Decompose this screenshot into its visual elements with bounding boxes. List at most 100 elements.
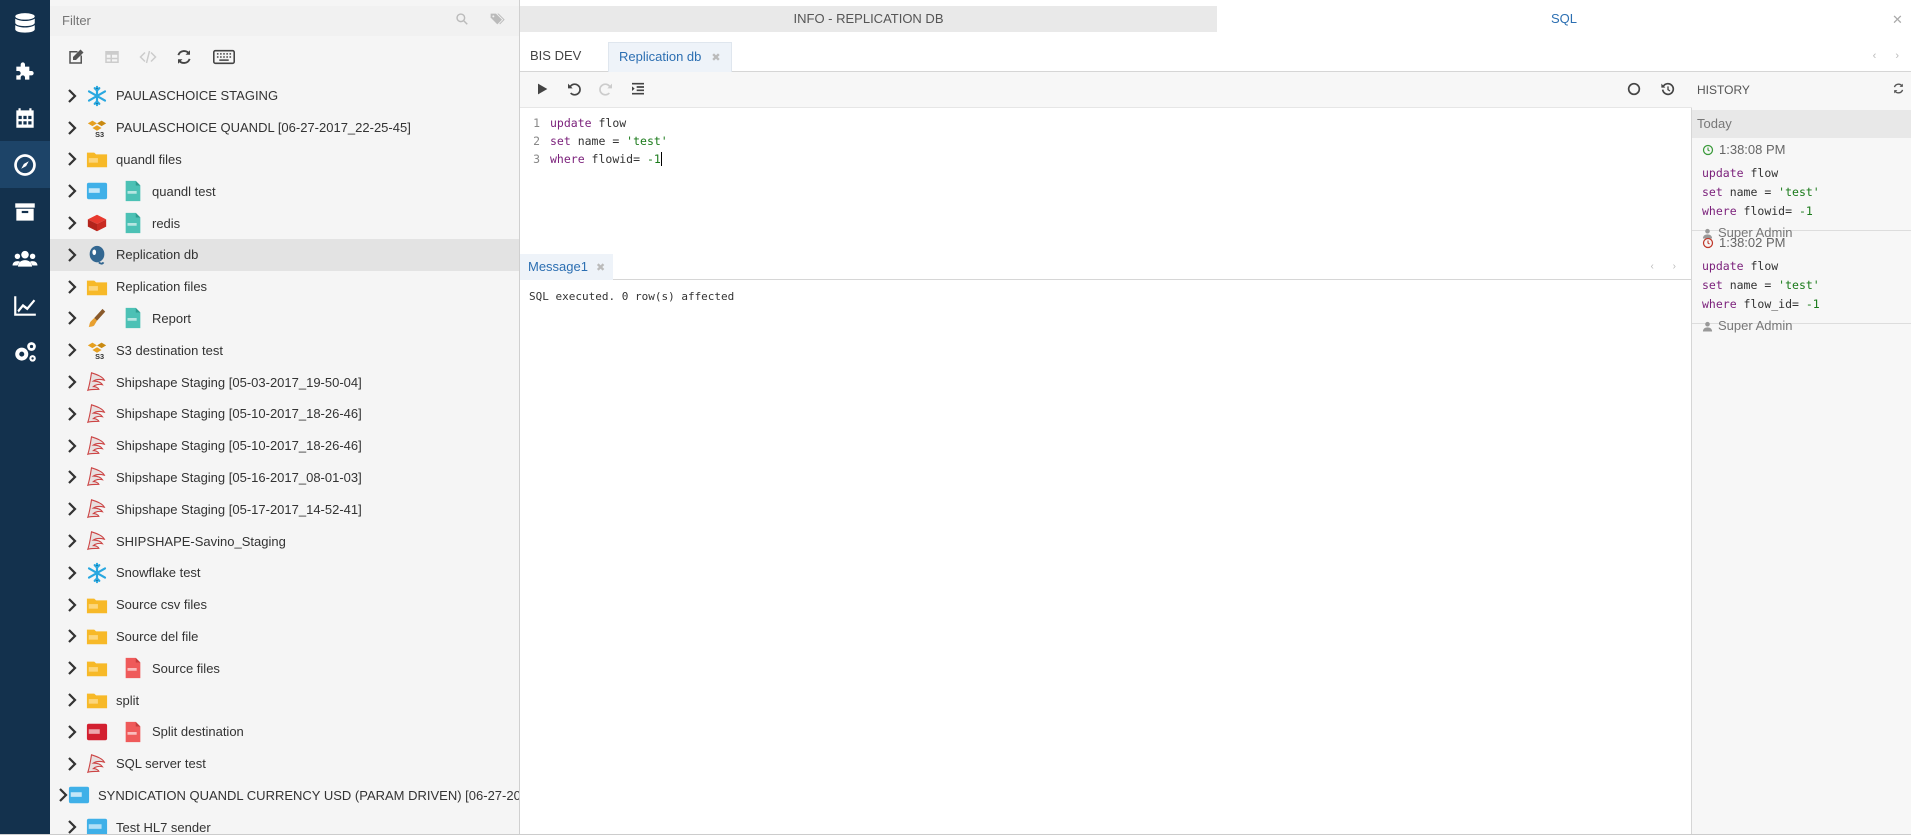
nav-explorer[interactable] bbox=[0, 141, 50, 188]
history-query-line: update flow bbox=[1702, 164, 1911, 183]
chevron-right-icon[interactable] bbox=[50, 725, 86, 739]
tree-item[interactable]: redis bbox=[50, 207, 519, 239]
chevron-right-icon[interactable] bbox=[50, 248, 86, 262]
chevron-right-icon[interactable] bbox=[50, 89, 86, 103]
tree-item[interactable]: S3 S3 destination test bbox=[50, 334, 519, 366]
tree-item[interactable]: split bbox=[50, 684, 519, 716]
tree-item[interactable]: Source csv files bbox=[50, 589, 519, 621]
calendar-icon bbox=[16, 107, 34, 128]
tree-item[interactable]: quandl test bbox=[50, 175, 519, 207]
nav-users[interactable] bbox=[0, 235, 50, 282]
tree-item[interactable]: Shipshape Staging [05-17-2017_14-52-41] bbox=[50, 493, 519, 525]
tree-item[interactable]: SHIPSHAPE-Savino_Staging bbox=[50, 525, 519, 557]
close-icon[interactable]: ✕ bbox=[1892, 12, 1903, 28]
tree-item[interactable]: Split destination bbox=[50, 716, 519, 748]
chevron-right-icon[interactable] bbox=[50, 407, 86, 421]
compass-icon bbox=[14, 153, 36, 176]
tags-icon[interactable] bbox=[490, 12, 506, 26]
nav-analytics[interactable] bbox=[0, 282, 50, 329]
tree-item[interactable]: Shipshape Staging [05-16-2017_08-01-03] bbox=[50, 462, 519, 494]
code-token: update bbox=[1702, 259, 1744, 273]
tab-message1[interactable]: Message1 ✖ bbox=[520, 254, 614, 280]
tree-item[interactable]: Replication db bbox=[50, 238, 519, 271]
tab-scroll-arrows[interactable]: ‹ › bbox=[1873, 50, 1907, 62]
tree-item-label: Source csv files bbox=[116, 597, 208, 613]
tree-item[interactable]: Shipshape Staging [05-10-2017_18-26-46] bbox=[50, 398, 519, 430]
tab-sql[interactable]: SQL bbox=[1217, 6, 1911, 32]
tree-item[interactable]: SYNDICATION QUANDL CURRENCY USD (PARAM D… bbox=[50, 780, 519, 812]
tree-item[interactable]: Test HL7 sender bbox=[50, 811, 519, 834]
chevron-right-icon[interactable] bbox=[50, 343, 86, 358]
tree-item[interactable]: quandl files bbox=[50, 144, 519, 176]
close-tab-icon[interactable]: ✖ bbox=[711, 52, 720, 64]
keyboard-icon[interactable] bbox=[212, 48, 236, 66]
chevron-right-icon[interactable] bbox=[50, 756, 86, 771]
code-editor[interactable]: 1 update flow 2 set name = 'test' 3 where flo… bbox=[520, 114, 1692, 314]
chevron-right-icon[interactable] bbox=[50, 534, 86, 548]
edit-icon[interactable] bbox=[66, 48, 86, 66]
json-file-icon bbox=[122, 180, 144, 202]
chevron-right-icon[interactable] bbox=[50, 120, 86, 135]
conn-tab-bis-dev[interactable]: BIS DEV bbox=[520, 42, 591, 72]
chevron-right-icon[interactable] bbox=[50, 184, 86, 199]
undo-button[interactable] bbox=[566, 81, 584, 99]
code-icon[interactable] bbox=[138, 48, 158, 66]
tab-info[interactable]: INFO - REPLICATION DB bbox=[520, 6, 1217, 32]
tree-item[interactable]: Report bbox=[50, 303, 519, 335]
chevron-right-icon[interactable] bbox=[50, 438, 86, 453]
chevron-right-icon[interactable] bbox=[50, 629, 86, 644]
search-icon[interactable] bbox=[455, 12, 469, 26]
chevron-right-icon[interactable] bbox=[50, 661, 86, 676]
editor-toolbar bbox=[520, 72, 1692, 108]
chevron-right-icon[interactable] bbox=[50, 470, 86, 485]
chevron-right-icon[interactable] bbox=[50, 375, 86, 389]
history-entry[interactable]: 1:38:02 PM update flow set name = 'test' wh… bbox=[1692, 231, 1911, 333]
chevron-right-icon[interactable] bbox=[50, 502, 86, 517]
nav-databases[interactable] bbox=[0, 0, 50, 47]
refresh-icon[interactable] bbox=[1892, 82, 1905, 95]
table-icon[interactable] bbox=[102, 48, 122, 66]
chevron-right-icon[interactable] bbox=[50, 597, 86, 612]
history-time: 1:38:02 PM bbox=[1702, 231, 1911, 255]
chevron-right-icon[interactable] bbox=[50, 566, 86, 580]
chevron-right-icon[interactable] bbox=[50, 152, 86, 167]
code-token: name = bbox=[1722, 185, 1779, 199]
chevron-right-icon[interactable] bbox=[50, 820, 86, 834]
history-entry[interactable]: 1:38:08 PM update flow set name = 'test' wh… bbox=[1692, 138, 1911, 240]
redo-button[interactable] bbox=[598, 81, 616, 99]
format-button[interactable] bbox=[630, 81, 648, 99]
nav-integrations[interactable] bbox=[0, 47, 50, 94]
top-tab-bar: INFO - REPLICATION DB SQL ✕ bbox=[520, 6, 1911, 32]
history-button[interactable] bbox=[1660, 81, 1678, 99]
conn-tab-label: Replication db bbox=[619, 49, 702, 64]
chevron-right-icon[interactable] bbox=[50, 311, 86, 326]
refresh-icon[interactable] bbox=[174, 48, 194, 66]
tree-item[interactable]: Source del file bbox=[50, 621, 519, 653]
nav-schedule[interactable] bbox=[0, 94, 50, 141]
nav-archive[interactable] bbox=[0, 188, 50, 235]
stop-button[interactable] bbox=[1626, 81, 1644, 99]
run-button[interactable] bbox=[534, 81, 552, 99]
conn-tab-replication-db[interactable]: Replication db ✖ bbox=[608, 42, 732, 72]
nav-settings[interactable] bbox=[0, 329, 50, 376]
tree-item[interactable]: Source files bbox=[50, 652, 519, 684]
code-token: update bbox=[1702, 166, 1744, 180]
tree-item[interactable]: Snowflake test bbox=[50, 557, 519, 589]
tree-item[interactable]: Shipshape Staging [05-03-2017_19-50-04] bbox=[50, 366, 519, 398]
tree-item[interactable]: PAULASCHOICE STAGING bbox=[50, 80, 519, 112]
close-tab-icon[interactable]: ✖ bbox=[596, 262, 605, 274]
folder-icon bbox=[86, 689, 108, 711]
filter-input[interactable] bbox=[54, 8, 454, 32]
tree-item[interactable]: S3 PAULASCHOICE QUANDL [06-27-2017_22-25-… bbox=[50, 112, 519, 144]
history-query-line: set name = 'test' bbox=[1702, 276, 1911, 295]
chevron-right-icon[interactable] bbox=[50, 693, 86, 707]
tree-item[interactable]: Shipshape Staging [05-10-2017_18-26-46] bbox=[50, 430, 519, 462]
tab-scroll-arrows[interactable]: ‹ › bbox=[1651, 261, 1684, 272]
chevron-right-icon[interactable] bbox=[50, 279, 86, 294]
code-token: flow bbox=[1743, 259, 1779, 273]
chevron-right-icon[interactable] bbox=[50, 788, 68, 803]
tree-item[interactable]: Replication files bbox=[50, 271, 519, 303]
tree-item[interactable]: SQL server test bbox=[50, 748, 519, 780]
code-token: flow bbox=[591, 116, 627, 130]
chevron-right-icon[interactable] bbox=[50, 216, 86, 230]
